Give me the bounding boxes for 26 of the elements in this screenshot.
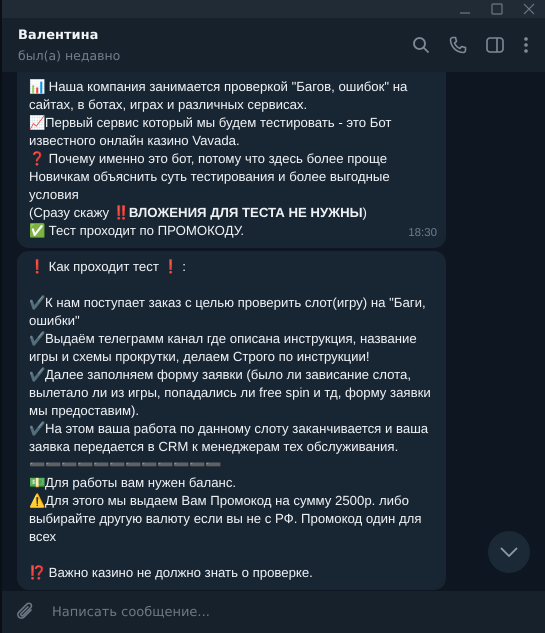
search-icon[interactable] [412,36,430,54]
message-text: ✔Далее заполняем форму заявки (было ли зависание слота, вылетало ли из игры, попадались ли free spin и тд, форму заявки мы предоставим). [29,366,432,420]
message-text: ✔Выдаём телеграмм канал где описана инструкция, название игры и схемы прокрутки, делаем Строго по инструкции! [29,330,418,366]
message-text: ➖➖➖➖➖➖➖➖➖➖➖➖ [29,456,221,474]
message-text: (Сразу скажу ‼ВЛОЖЕНИЯ ДЛЯ ТЕСТА НЕ НУЖНЫ) [29,204,367,222]
message-text: ✅ Тест проходит по ПРОМОКОДУ. [29,222,244,240]
message-text: ❗ Как проходит тест ❗ : [29,258,186,276]
message-input[interactable]: Написать сообщение... [52,604,352,620]
message-text: 📊 Наша компания занимается проверкой "Багов, ошибок" на сайтах, в ботах, играх и различных сервисах. [29,78,408,114]
scroll-down-button[interactable] [488,531,530,573]
message-text: 📈Первый сервис который мы будем тестировать - это Бот известного онлайн казино Vavada. [29,114,392,150]
message-text: ❓ Почему именно это бот, потому что здесь более проще Новичкам объяснить суть тестирования и более выгодные условия [29,150,391,204]
message-text: ✔На этом ваша работа по данному слоту заканчивается и ваша заявка передается в CRM к менеджерам тех обслуживания. [29,420,430,456]
message-time: 18:30 [408,226,437,241]
message-text: ✔К нам поступает заказ с целью проверить слот(игру) на "Баги, ошибки" [29,294,427,330]
maximize-icon[interactable] [491,3,503,15]
message-text: ⁉ Важно казино не должно знать о проверке. [29,564,313,582]
chat-name: Валентина [18,28,100,42]
message-text: ⚠Для этого мы выдаем Вам Промокод на сумму 2500р. либо выбирайте другую валюту если вы не с РФ. Промокод один для всех [29,492,422,546]
sidebar-icon[interactable] [486,37,504,53]
phone-icon[interactable] [449,36,467,54]
chat-status: был(а) недавно [18,48,120,62]
chevron-down-icon [500,547,518,557]
message-text: 💵Для работы вам нужен баланс. [29,474,236,492]
more-icon[interactable] [523,36,529,54]
close-icon[interactable] [523,3,535,15]
